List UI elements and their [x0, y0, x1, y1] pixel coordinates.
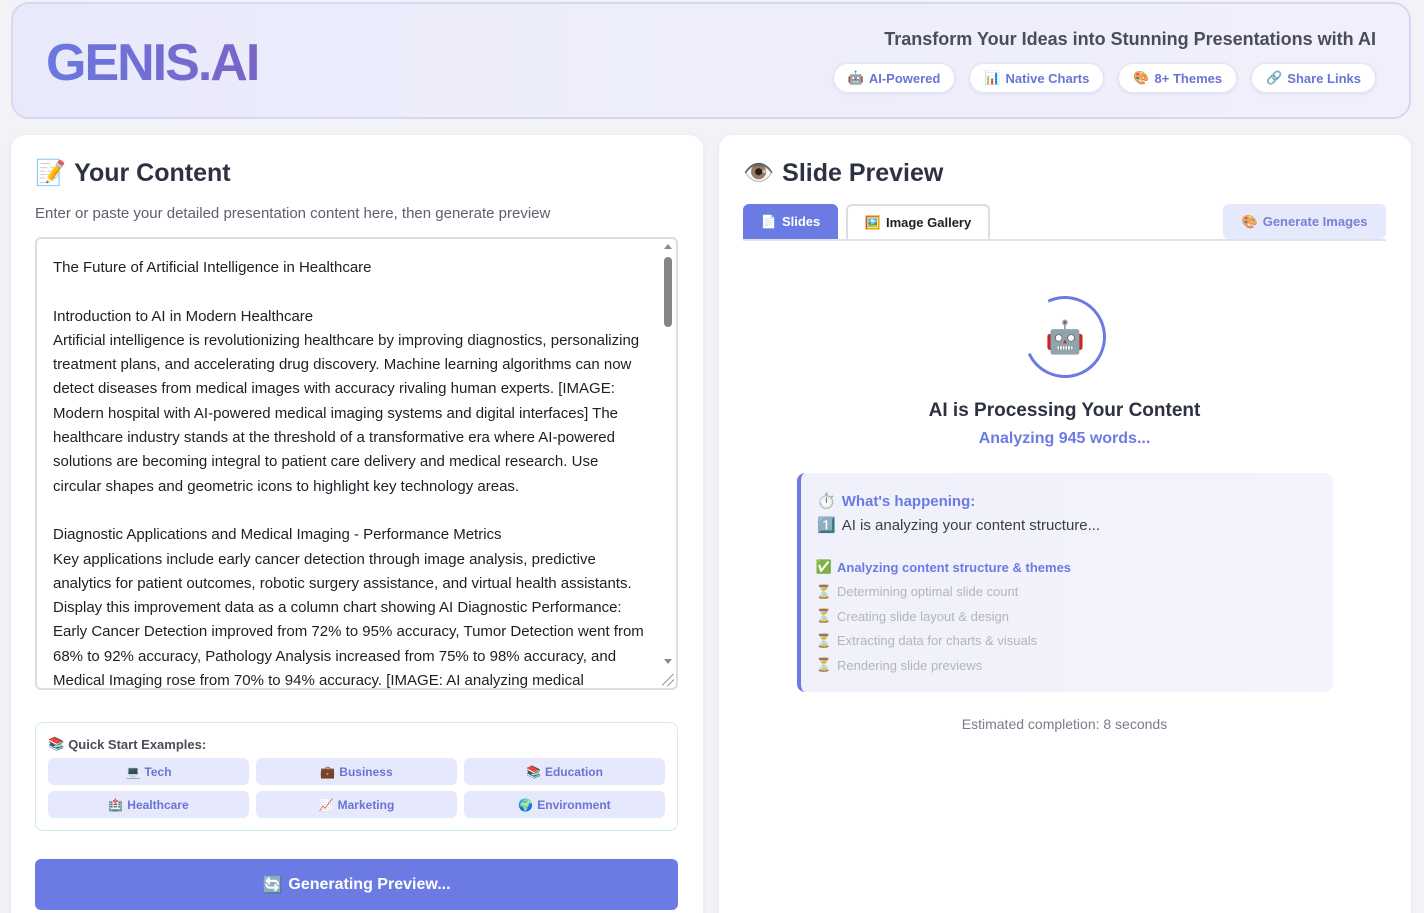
- status-current-step: 1️⃣ AI is analyzing your content structu…: [817, 516, 1101, 535]
- feature-pill-themes: 🎨 8+ Themes: [1118, 63, 1238, 93]
- quick-start-grid: 💻 Tech 💼 Business 📚 Education 🏥 Healthca…: [48, 758, 665, 818]
- content-title-text: Your Content: [74, 159, 231, 187]
- scroll-down-arrow-icon[interactable]: [664, 659, 672, 664]
- quick-start-button-label: Business: [339, 764, 393, 779]
- scroll-up-arrow-icon[interactable]: [664, 244, 672, 249]
- status-step: ✅ Analyzing content structure & themes: [815, 555, 1072, 580]
- status-step-label: Extracting data for charts & visuals: [837, 633, 1038, 649]
- tab-image-gallery[interactable]: 🖼️ Image Gallery: [846, 204, 990, 239]
- tab-gallery-label: Image Gallery: [885, 215, 972, 230]
- content-panel-title: 📝 Your Content: [35, 159, 231, 188]
- trend-chart-icon: 📈: [318, 797, 334, 812]
- feature-pill-label: AI-Powered: [868, 70, 941, 86]
- quick-start-environment-button[interactable]: 🌍 Environment: [464, 791, 665, 818]
- status-step: ⏳ Creating slide layout & design: [815, 604, 1071, 629]
- globe-icon: 🌍: [518, 797, 534, 812]
- quick-start-business-button[interactable]: 💼 Business: [256, 758, 457, 785]
- status-current-text: AI is analyzing your content structure..…: [841, 516, 1101, 534]
- content-subtitle: Enter or paste your detailed presentatio…: [35, 205, 551, 222]
- generate-images-label: Generate Images: [1262, 214, 1368, 229]
- books-icon: 📚: [526, 764, 541, 779]
- status-heading-text: What's happening:: [841, 492, 976, 510]
- app-tagline: Transform Your Ideas into Stunning Prese…: [884, 29, 1376, 49]
- memo-icon: 📝: [35, 159, 67, 187]
- feature-pill-ai-powered: 🤖 AI-Powered: [832, 63, 956, 93]
- refresh-icon: 🔄: [262, 876, 283, 894]
- generate-preview-button[interactable]: 🔄 Generating Preview...: [35, 859, 678, 910]
- hourglass-icon: ⏳: [815, 608, 833, 624]
- tab-slides[interactable]: 📄 Slides: [743, 204, 838, 239]
- feature-pill-label: Native Charts: [1005, 70, 1090, 86]
- feature-pill-native-charts: 📊 Native Charts: [969, 63, 1105, 93]
- content-text[interactable]: The Future of Artificial Intelligence in…: [53, 256, 648, 688]
- feature-pills: 🤖 AI-Powered 📊 Native Charts 🎨 8+ Themes…: [832, 63, 1376, 93]
- hourglass-icon: ⏳: [815, 632, 833, 648]
- feature-pill-share-links: 🔗 Share Links: [1251, 63, 1376, 93]
- hourglass-icon: ⏳: [815, 657, 833, 673]
- status-step: ⏳ Determining optimal slide count: [815, 580, 1071, 605]
- status-step-label: Rendering slide previews: [837, 657, 983, 673]
- robot-icon: 🤖: [847, 70, 864, 85]
- status-step: ⏳ Extracting data for charts & visuals: [815, 629, 1071, 654]
- books-icon: 📚: [48, 736, 65, 751]
- palette-icon: 🎨: [1133, 70, 1150, 85]
- quick-start-button-label: Environment: [537, 797, 611, 812]
- quick-start-education-button[interactable]: 📚 Education: [464, 758, 665, 785]
- link-icon: 🔗: [1266, 70, 1283, 85]
- resize-handle-icon[interactable]: [662, 674, 674, 686]
- quick-start-button-label: Healthcare: [127, 797, 189, 812]
- status-step-label: Determining optimal slide count: [837, 584, 1019, 600]
- estimated-completion: Estimated completion: 8 seconds: [961, 716, 1168, 732]
- laptop-icon: 💻: [125, 764, 141, 779]
- textarea-scrollbar[interactable]: [660, 239, 676, 688]
- hospital-icon: 🏥: [108, 797, 124, 812]
- status-step-label: Creating slide layout & design: [837, 608, 1009, 624]
- stopwatch-icon: ⏱️: [817, 493, 836, 510]
- quick-start-tech-button[interactable]: 💻 Tech: [48, 758, 249, 785]
- feature-pill-label: 8+ Themes: [1154, 70, 1223, 86]
- status-heading: ⏱️ What's happening:: [817, 492, 976, 511]
- processing-subtitle: Analyzing 945 words...: [978, 430, 1151, 447]
- generate-images-button[interactable]: 🎨 Generate Images: [1223, 204, 1386, 239]
- quick-start-button-label: Marketing: [337, 797, 395, 812]
- briefcase-icon: 💼: [320, 764, 336, 779]
- status-box: ⏱️ What's happening: 1️⃣ AI is analyzing…: [797, 473, 1333, 692]
- feature-pill-label: Share Links: [1287, 70, 1361, 86]
- app-logo[interactable]: GENIS.AI: [46, 34, 260, 92]
- app-header: GENIS.AI Transform Your Ideas into Stunn…: [11, 2, 1411, 119]
- preview-panel: 👁️ Slide Preview 📄 Slides 🖼️ Image Galle…: [719, 135, 1411, 913]
- preview-tabs: 📄 Slides 🖼️ Image Gallery 🎨 Generate Ima…: [743, 204, 1386, 241]
- quick-start-marketing-button[interactable]: 📈 Marketing: [256, 791, 457, 818]
- page-icon: 📄: [760, 213, 777, 229]
- processing-title: AI is Processing Your Content: [928, 400, 1201, 421]
- picture-icon: 🖼️: [864, 214, 881, 230]
- quick-start-label: 📚 Quick Start Examples:: [48, 736, 206, 752]
- eye-icon: 👁️: [743, 159, 775, 187]
- quick-start-label-text: Quick Start Examples:: [68, 736, 207, 752]
- content-panel: 📝 Your Content Enter or paste your detai…: [11, 135, 703, 913]
- quick-start-panel: 📚 Quick Start Examples: 💻 Tech 💼 Busines…: [35, 722, 678, 831]
- quick-start-button-label: Tech: [144, 764, 172, 779]
- preview-panel-title: 👁️ Slide Preview: [743, 159, 943, 188]
- tab-slides-label: Slides: [781, 214, 821, 229]
- generate-preview-label: Generating Preview...: [288, 875, 451, 893]
- robot-icon: 🤖: [1045, 319, 1085, 355]
- quick-start-healthcare-button[interactable]: 🏥 Healthcare: [48, 791, 249, 818]
- check-icon: ✅: [815, 559, 833, 575]
- status-steps: ✅ Analyzing content structure & themes ⏳…: [815, 555, 1072, 678]
- status-step-label: Analyzing content structure & themes: [837, 559, 1072, 575]
- preview-title-text: Slide Preview: [782, 159, 944, 187]
- hourglass-icon: ⏳: [815, 583, 833, 599]
- palette-icon: 🎨: [1241, 213, 1258, 229]
- scroll-thumb[interactable]: [664, 257, 672, 327]
- content-textarea[interactable]: The Future of Artificial Intelligence in…: [35, 237, 678, 690]
- quick-start-button-label: Education: [544, 764, 603, 779]
- chart-icon: 📊: [984, 70, 1001, 85]
- number-one-icon: 1️⃣: [817, 517, 836, 534]
- status-step: ⏳ Rendering slide previews: [815, 653, 1071, 678]
